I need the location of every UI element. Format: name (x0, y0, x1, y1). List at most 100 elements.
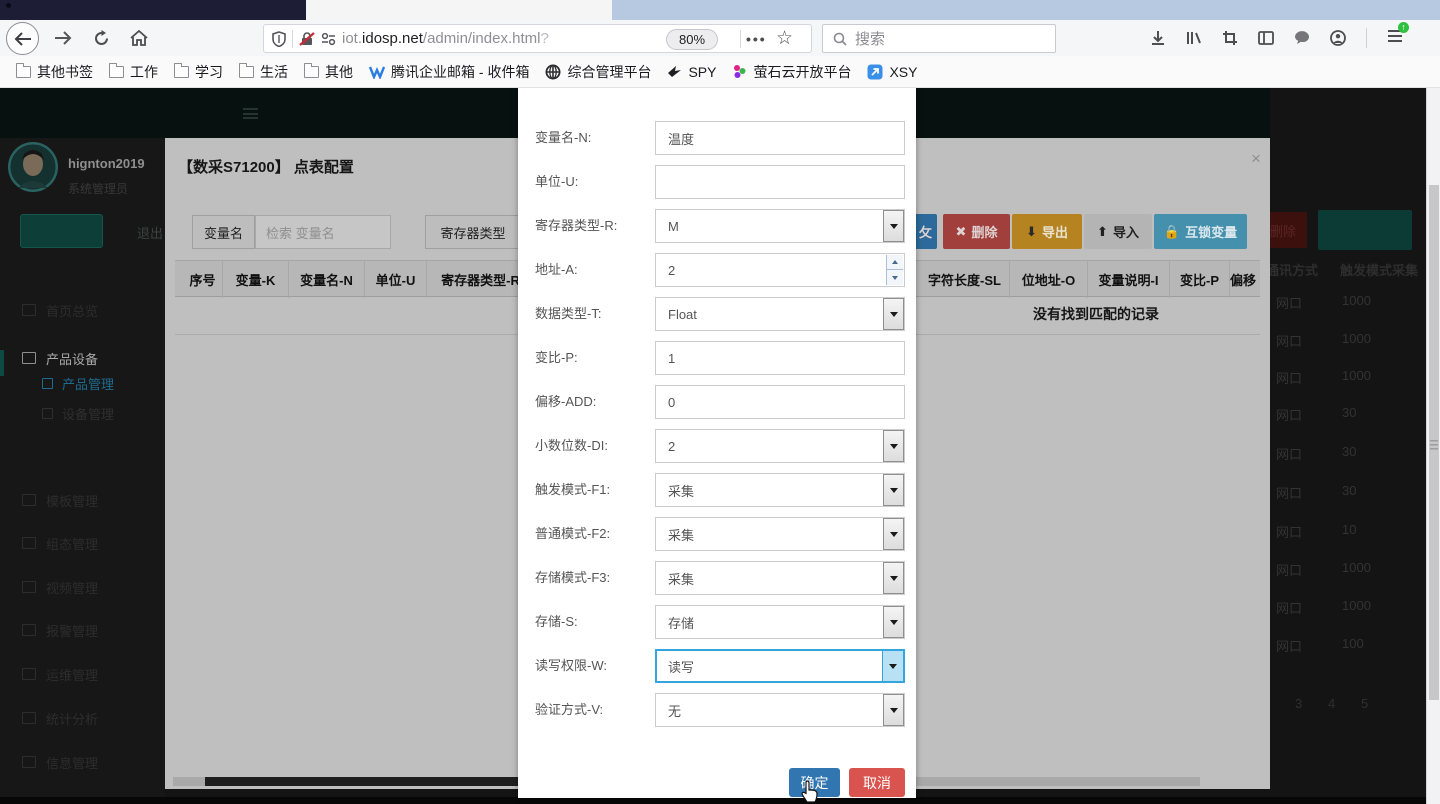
dropdown-arrow-icon[interactable] (883, 562, 904, 594)
delete-button[interactable]: ✖删除 (943, 214, 1010, 249)
permissions-icon[interactable] (321, 32, 336, 46)
sidebar-item-dim-5[interactable]: 运维管理 (0, 657, 165, 691)
bookmark-tencent-mail[interactable]: 腾讯企业邮箱 - 收件箱 (369, 62, 529, 82)
column-header[interactable]: 序号 (183, 261, 223, 298)
chat-bubble-icon[interactable] (1294, 31, 1310, 46)
pagination-page[interactable]: 3 (1295, 696, 1302, 711)
screen: iot.idosp.net/admin/index.html? 80% ••• … (0, 0, 1440, 804)
bookmark-ezviz[interactable]: 萤石云开放平台 (732, 62, 851, 82)
background-delete-button[interactable]: 删除 (1270, 212, 1307, 248)
scrollbar-thumb[interactable] (1429, 185, 1439, 700)
app-menu-button[interactable]: ↑ (1387, 29, 1403, 48)
dropdown-arrow-icon[interactable] (883, 694, 904, 726)
search-input[interactable]: 搜索 (822, 24, 1056, 53)
column-header[interactable]: 变量-K (223, 261, 289, 298)
column-header[interactable]: 变比-P (1170, 261, 1230, 298)
sidebar-subitem-product-mgmt[interactable]: 产品管理 (0, 370, 165, 396)
sidebar-item-home[interactable]: 首页总览 (0, 293, 165, 327)
insecure-lock-icon[interactable] (299, 31, 315, 47)
interlock-button[interactable]: 🔒互锁变量 (1154, 214, 1247, 249)
column-header[interactable]: 变量说明-I (1088, 261, 1170, 298)
variable-name-input[interactable]: 温度 (655, 121, 905, 155)
home-button[interactable] (126, 20, 152, 56)
bookmark-folder-other-marks[interactable]: 其他书签 (16, 62, 93, 82)
sidebar-item-dim-7[interactable]: 信息管理 (0, 745, 165, 779)
bookmark-folder-study[interactable]: 学习 (174, 62, 223, 82)
decimal-digits-select[interactable]: 2 (655, 429, 905, 463)
zoom-level-badge[interactable]: 80% (666, 29, 718, 50)
forward-button[interactable] (50, 20, 76, 56)
close-icon[interactable]: × (1251, 150, 1261, 167)
storage-mode-select[interactable]: 采集 (655, 561, 905, 595)
column-header[interactable]: 偏移 (1230, 261, 1270, 298)
background-teal-button[interactable] (1318, 210, 1412, 250)
trigger-mode-select[interactable]: 采集 (655, 473, 905, 507)
register-type-select[interactable]: M (655, 209, 905, 243)
dropdown-arrow-icon[interactable] (882, 651, 903, 681)
active-tab[interactable] (306, 0, 612, 20)
page-actions-button[interactable]: ••• (746, 31, 767, 47)
cancel-button[interactable]: 取消 (849, 768, 905, 797)
sidebar-collapse-icon[interactable] (243, 108, 258, 119)
pagination-page[interactable]: 5 (1361, 696, 1368, 711)
verification-method-select[interactable]: 无 (655, 693, 905, 727)
address-stepper[interactable]: 2 (655, 253, 905, 287)
column-header[interactable]: 字符长度-SL (920, 261, 1010, 298)
sidebar-primary-button[interactable] (20, 214, 103, 248)
back-button[interactable] (6, 22, 39, 55)
ratio-input[interactable]: 1 (655, 341, 905, 375)
sidebar-item-dim-1[interactable]: 模板管理 (0, 483, 165, 517)
screenshot-icon[interactable] (1222, 30, 1238, 46)
lock-icon: 🔒 (1164, 224, 1180, 240)
bookmark-folder-life[interactable]: 生活 (239, 62, 288, 82)
sidebar-item-dim-6[interactable]: 统计分析 (0, 701, 165, 735)
filter-field-button[interactable]: 变量名 (192, 215, 255, 249)
sidebar-subitem-device-mgmt[interactable]: 设备管理 (0, 400, 165, 426)
unit-input[interactable] (655, 165, 905, 199)
scrollbar-thumb[interactable] (205, 777, 520, 786)
bookmark-xsy[interactable]: XSY (867, 64, 917, 80)
filter-type-button[interactable]: 寄存器类型 (425, 215, 521, 249)
pagination-page[interactable]: 4 (1328, 696, 1335, 711)
file-icon (22, 756, 36, 768)
dropdown-arrow-icon[interactable] (883, 210, 904, 242)
storage-select[interactable]: 存储 (655, 605, 905, 639)
column-header[interactable]: 变量名-N (289, 261, 365, 298)
offset-input[interactable]: 0 (655, 385, 905, 419)
sidebar-item-dim-4[interactable]: 报警管理 (0, 613, 165, 647)
bookmark-star-icon[interactable]: ☆ (776, 27, 793, 50)
logout-link[interactable]: 退出 (137, 223, 163, 242)
column-header[interactable]: 单位-U (365, 261, 427, 298)
sidebar-item-dim-2[interactable]: 组态管理 (0, 526, 165, 560)
dropdown-arrow-icon[interactable] (883, 606, 904, 638)
column-header[interactable]: 位地址-O (1010, 261, 1088, 298)
step-down-icon[interactable] (887, 270, 903, 285)
shield-icon[interactable] (272, 31, 286, 47)
normal-mode-select[interactable]: 采集 (655, 517, 905, 551)
import-button[interactable]: ⬆导入 (1084, 214, 1152, 249)
dropdown-arrow-icon[interactable] (883, 298, 904, 330)
dropdown-arrow-icon[interactable] (883, 430, 904, 462)
library-icon[interactable] (1186, 30, 1202, 46)
sidebar-toggle-icon[interactable] (1258, 31, 1274, 45)
export-button[interactable]: ⬇导出 (1012, 214, 1082, 249)
url-bar[interactable]: iot.idosp.net/admin/index.html? 80% ••• … (263, 24, 812, 53)
dropdown-arrow-icon[interactable] (883, 474, 904, 506)
bookmark-folder-work[interactable]: 工作 (109, 62, 158, 82)
dropdown-arrow-icon[interactable] (883, 518, 904, 550)
bookmark-mgmt-platform[interactable]: 综合管理平台 (545, 62, 651, 82)
filter-search-input[interactable]: 检索 变量名 (255, 215, 391, 249)
reload-button[interactable] (88, 20, 114, 56)
edit-button-clipped[interactable]: 攵 (914, 214, 937, 249)
bookmark-folder-misc[interactable]: 其他 (304, 62, 353, 82)
data-type-select[interactable]: Float (655, 297, 905, 331)
account-icon[interactable] (1330, 30, 1346, 46)
download-icon[interactable] (1150, 30, 1166, 46)
step-up-icon[interactable] (887, 255, 903, 270)
stepper-arrows[interactable] (886, 255, 903, 285)
bookmark-spy[interactable]: SPY (667, 64, 716, 80)
browser-vertical-scrollbar[interactable] (1426, 88, 1440, 804)
avatar[interactable] (8, 142, 58, 192)
sidebar-item-dim-3[interactable]: 视频管理 (0, 570, 165, 604)
read-write-permission-select[interactable]: 读写 (655, 649, 905, 683)
